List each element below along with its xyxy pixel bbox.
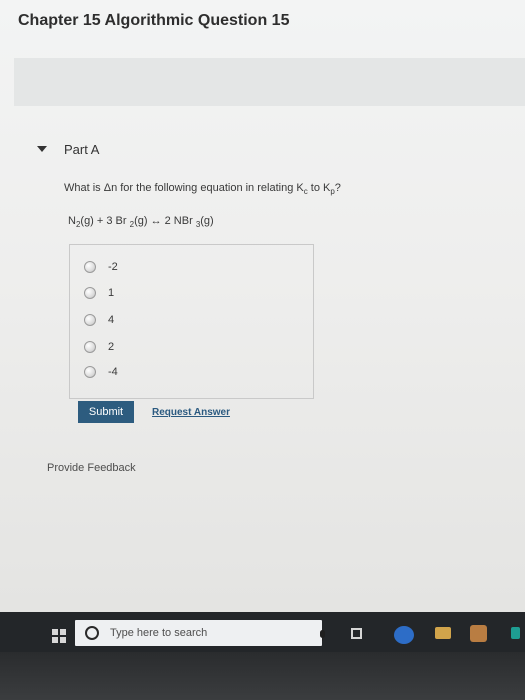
- page-title: Chapter 15 Algorithmic Question 15: [18, 12, 290, 29]
- choice-row[interactable]: 2: [84, 341, 114, 353]
- chemical-equation: N2(g) + 3 Br 2(g) ↔ 2 NBr 3(g): [68, 215, 214, 229]
- choice-row[interactable]: -2: [84, 261, 118, 273]
- choice-row[interactable]: 4: [84, 314, 114, 326]
- mastering-chemistry-page: Chapter 15 Algorithmic Question 15 Part …: [0, 0, 525, 612]
- submit-button[interactable]: Submit: [78, 401, 134, 423]
- header-banner: [14, 58, 525, 106]
- request-answer-link[interactable]: Request Answer: [152, 407, 230, 418]
- choice-label: 1: [108, 287, 115, 299]
- question-middle: to K: [307, 182, 331, 194]
- equation-n: N: [68, 215, 76, 227]
- choice-label: 4: [108, 314, 115, 326]
- windows-taskbar: Type here to search: [0, 612, 525, 652]
- equation-part3: (g): [200, 215, 214, 227]
- equation-part1: (g) + 3 Br: [80, 215, 130, 227]
- choice-row[interactable]: -4: [84, 366, 118, 378]
- device-bezel: [0, 652, 525, 700]
- choice-row[interactable]: 1: [84, 287, 114, 299]
- radio-button-icon[interactable]: [84, 261, 96, 273]
- choice-label: -4: [108, 366, 118, 378]
- windows-icon[interactable]: [52, 629, 66, 643]
- search-placeholder: Type here to search: [110, 627, 208, 639]
- app-icon[interactable]: [511, 627, 520, 639]
- radio-button-icon[interactable]: [84, 341, 96, 353]
- equation-part2: (g) ↔ 2 NBr: [134, 215, 196, 227]
- radio-button-icon[interactable]: [84, 366, 96, 378]
- question-text: What is Δn for the following equation in…: [64, 182, 341, 196]
- caret-down-icon[interactable]: [37, 146, 47, 152]
- edge-icon[interactable]: [394, 626, 414, 644]
- question-end: ?: [334, 182, 341, 194]
- answer-choices-box: -2 1 4 2 -4: [69, 244, 314, 399]
- question-main: What is Δn for the following equation in…: [64, 182, 304, 194]
- microphone-stand: [322, 638, 323, 641]
- radio-button-icon[interactable]: [84, 287, 96, 299]
- task-view-icon[interactable]: [351, 628, 362, 639]
- store-icon[interactable]: [470, 625, 487, 642]
- taskbar-search-box[interactable]: Type here to search: [75, 620, 322, 646]
- file-explorer-icon[interactable]: [435, 627, 451, 639]
- search-icon: [85, 626, 99, 640]
- choice-label: 2: [108, 341, 115, 353]
- part-title: Part A: [64, 142, 100, 157]
- radio-button-icon[interactable]: [84, 314, 96, 326]
- choice-label: -2: [108, 261, 118, 273]
- microphone-icon[interactable]: [320, 630, 325, 638]
- provide-feedback-link[interactable]: Provide Feedback: [47, 462, 136, 474]
